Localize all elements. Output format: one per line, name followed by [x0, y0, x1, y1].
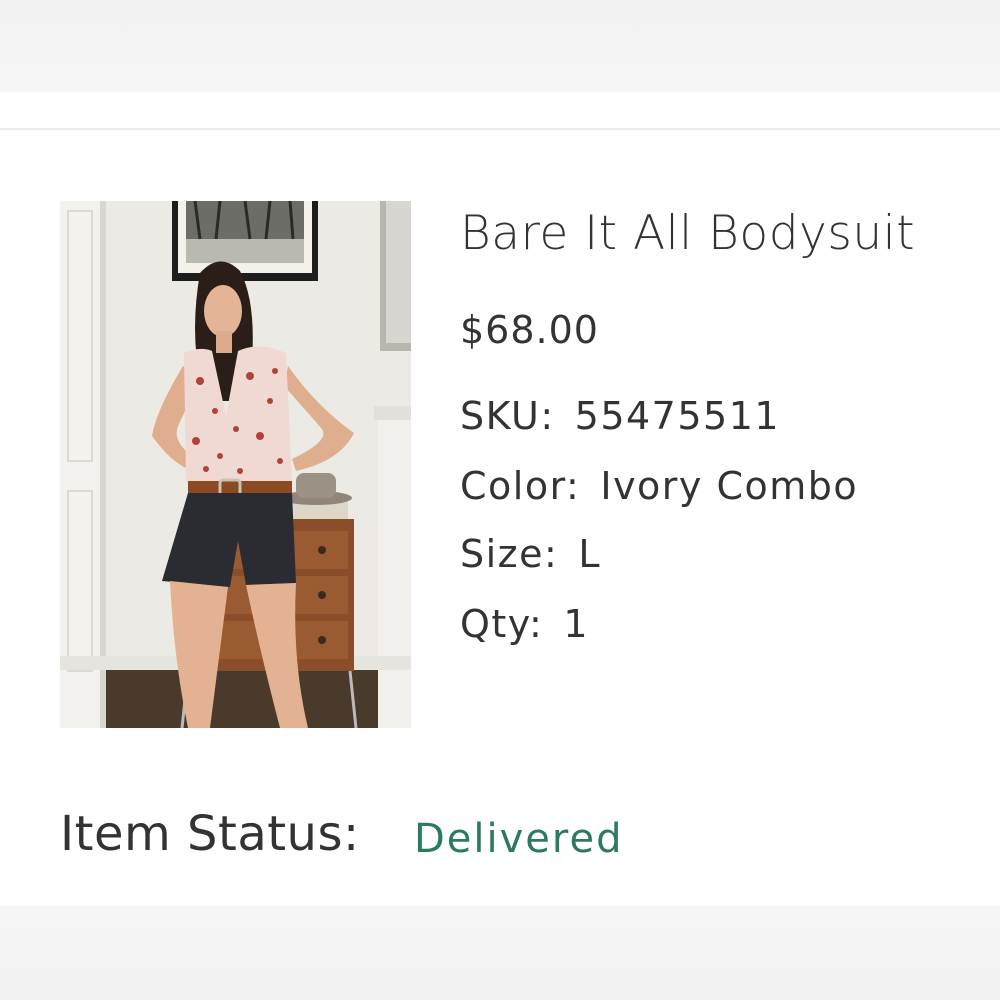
- size-value: L: [578, 532, 601, 576]
- product-image[interactable]: [60, 201, 411, 728]
- sku-row: SKU: 55475511: [460, 394, 780, 438]
- item-status-label: Item Status:: [60, 806, 360, 862]
- sku-label: SKU:: [460, 394, 555, 438]
- color-row: Color: Ivory Combo: [460, 464, 858, 508]
- bottom-background-band: [0, 906, 1000, 1000]
- top-background-band: [0, 0, 1000, 92]
- color-value: Ivory Combo: [600, 464, 859, 508]
- item-status-value: Delivered: [414, 816, 624, 862]
- sku-value: 55475511: [574, 394, 781, 438]
- size-row: Size: L: [460, 532, 601, 576]
- qty-value: 1: [563, 602, 590, 646]
- color-label: Color:: [460, 464, 581, 508]
- qty-label: Qty:: [460, 602, 544, 646]
- product-title[interactable]: Bare It All Bodysuit: [460, 206, 915, 261]
- qty-row: Qty: 1: [460, 602, 589, 646]
- product-price: $68.00: [460, 308, 599, 352]
- size-label: Size:: [460, 532, 559, 576]
- header-divider: [0, 128, 1000, 130]
- product-photo-illustration: [60, 201, 411, 728]
